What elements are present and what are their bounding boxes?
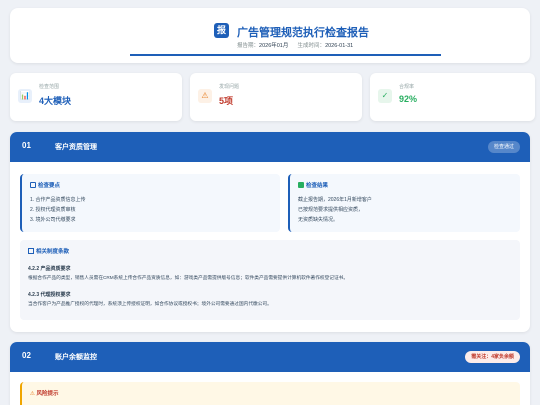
rules-title: 相关制度条款: [28, 247, 69, 255]
section-account-balance: 02 账户余额监控 需关注：4家负余额 ⚠ 风险提示: [10, 342, 530, 405]
rule-name: 4.2.3 代理授权要求: [28, 292, 71, 298]
status-badge: 检查通过: [487, 141, 520, 153]
page-title: 广告管理规范执行检查报告: [237, 27, 369, 39]
section-header: 01 客户资质管理 检查通过: [10, 132, 530, 162]
list-item: 3. 境外公司代缴要求: [30, 217, 76, 223]
check-results-box: 检查结果 截止报告期，2026年1月新增客户 已按规范要求提供相应资质， 无资质…: [288, 174, 520, 232]
book-icon: [28, 248, 34, 254]
report-header: 报 广告管理规范执行检查报告 报告期：2026年01月 生成时间：2026-01…: [10, 8, 530, 63]
period-label: 报告期：: [237, 43, 260, 49]
stat-card-compliance: ✓ 合规率 92%: [370, 73, 535, 121]
warning-icon: ⚠: [198, 89, 212, 103]
stat-value: 5项: [219, 96, 234, 106]
warning-icon: ⚠: [30, 391, 35, 397]
section-number: 01: [22, 141, 31, 150]
section-client-qualification: 01 客户资质管理 检查通过 检查要点 1. 合作产品资质信息上传 2. 授权代…: [10, 132, 530, 332]
stat-label: 合规率: [399, 84, 415, 90]
title-divider: [130, 54, 441, 56]
list-item: 无资质缺失情况。: [298, 217, 339, 223]
rule-description: 根据合作产品的类型，销售人员需在CRM系统上传合作产品资质信息，如：游戏类产品需…: [28, 275, 349, 280]
generated-value: 2026-01-31: [325, 43, 354, 49]
stat-label: 检查范围: [39, 84, 60, 90]
stat-card-scope: 📊 检查范围 4大模块: [10, 73, 182, 121]
list-item: 截止报告期，2026年1月新增客户: [298, 197, 372, 203]
stat-value: 4大模块: [39, 96, 72, 106]
rule-name: 4.2.2 产品资质要求: [28, 266, 71, 272]
stat-label: 发现问题: [219, 84, 240, 90]
risk-alert-box: ⚠ 风险提示: [20, 382, 520, 405]
check-results-title: 检查结果: [298, 181, 328, 189]
clipboard-icon: [30, 182, 36, 188]
check-icon: ✓: [378, 89, 392, 103]
section-number: 02: [22, 351, 31, 360]
list-item: 1. 合作产品资质信息上传: [30, 197, 86, 203]
rules-box: 相关制度条款 4.2.2 产品资质要求 根据合作产品的类型，销售人员需在CRM系…: [20, 240, 520, 320]
check-points-title: 检查要点: [30, 181, 60, 189]
period-value: 2026年01月: [259, 43, 289, 49]
check-box-icon: [298, 182, 304, 188]
rule-description: 当合作客户为产品推广授权的代理时，系统须上传授权证明，如合作协议或授权书；境外公…: [28, 301, 272, 306]
generated-label: 生成时间：: [297, 43, 326, 49]
section-title: 账户余额监控: [55, 354, 97, 361]
stat-value: 92%: [399, 94, 418, 104]
report-meta: 报告期：2026年01月 生成时间：2026-01-31: [237, 41, 353, 49]
list-item: 2. 授权代理资质审核: [30, 207, 76, 213]
section-header: 02 账户余额监控 需关注：4家负余额: [10, 342, 530, 372]
list-item: 已按规范要求提供相应资质，: [298, 207, 364, 213]
check-points-box: 检查要点 1. 合作产品资质信息上传 2. 授权代理资质审核 3. 境外公司代缴…: [20, 174, 280, 232]
stat-card-issues: ⚠ 发现问题 5项: [190, 73, 362, 121]
report-logo-icon: 报: [214, 23, 229, 38]
section-title: 客户资质管理: [55, 144, 97, 151]
status-badge: 需关注：4家负余额: [465, 351, 520, 363]
chart-icon: 📊: [18, 89, 32, 103]
risk-alert-title: ⚠ 风险提示: [30, 391, 59, 397]
